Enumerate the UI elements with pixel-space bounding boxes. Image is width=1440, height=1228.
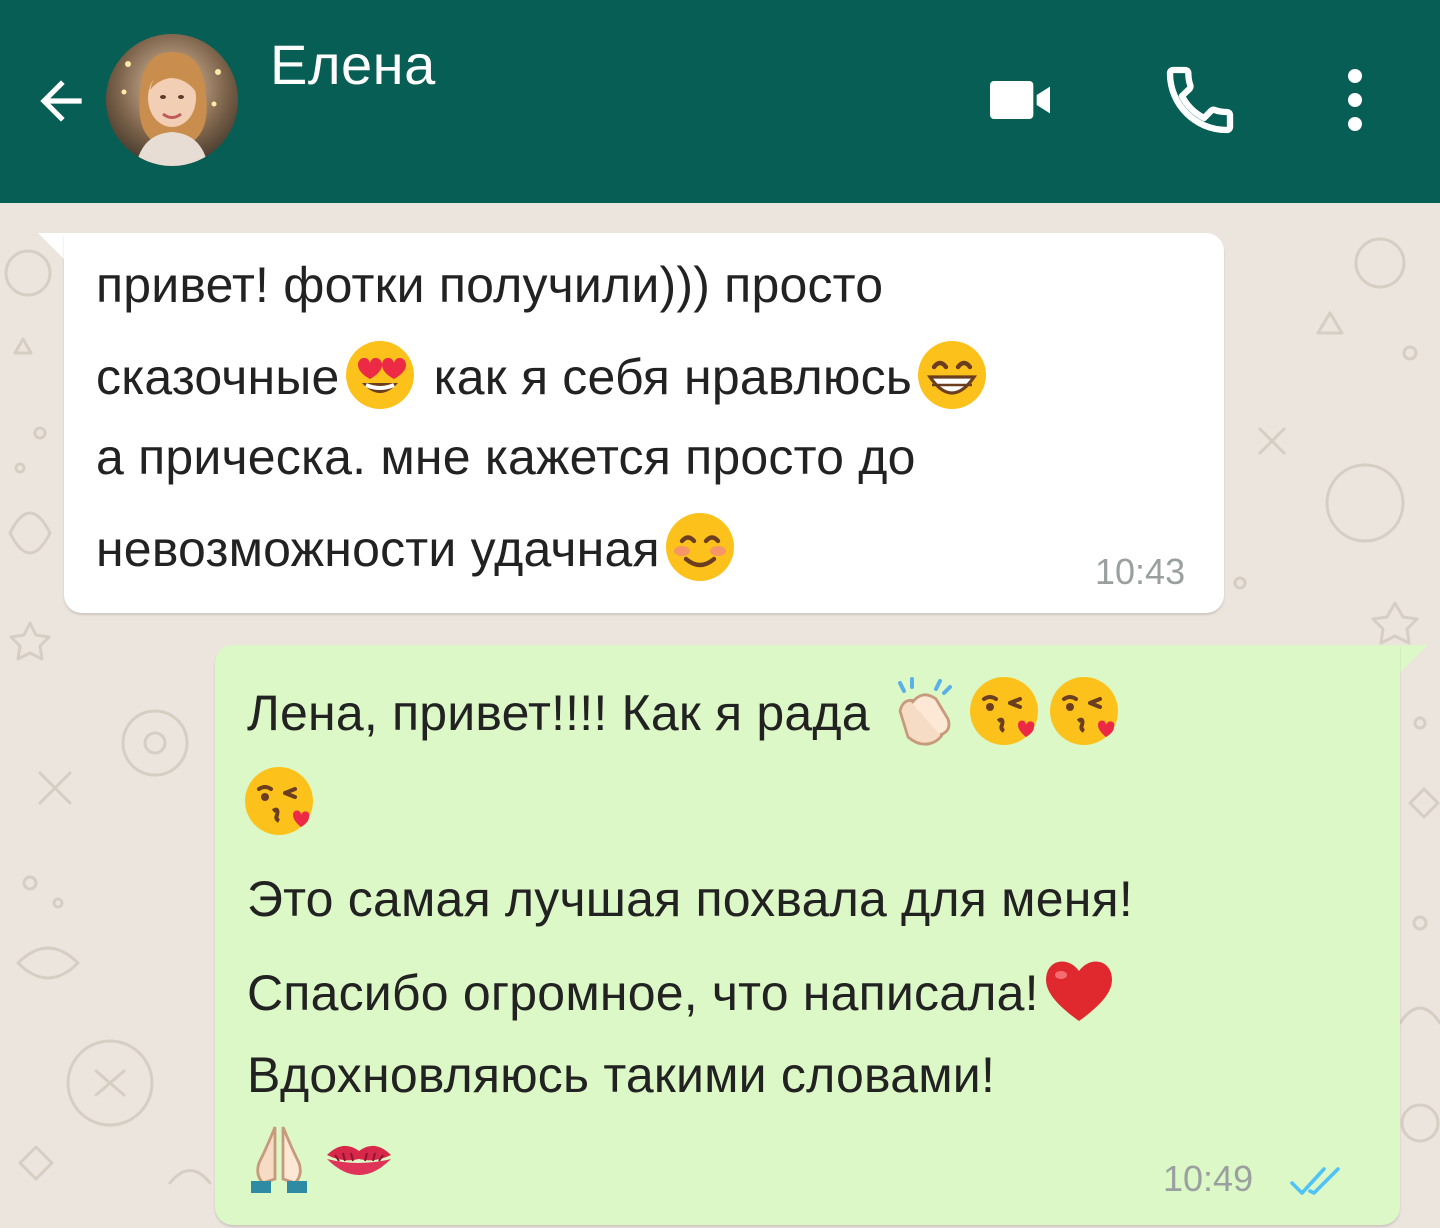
clapping-hands-emoji [884,671,964,751]
video-camera-icon [990,81,1050,119]
folded-hands-emoji [239,1119,319,1199]
message-text-line [239,767,319,847]
message-text-line: а прическа. мне кажется просто до [96,429,916,485]
video-call-button[interactable] [970,60,1070,140]
message-text-line: Спасибо огромное, что написала! [247,957,1119,1037]
avatar-photo [106,34,238,166]
message-text-fragment: Лена, привет!!!! Как я рада [247,685,884,742]
message-text-line: Это самая лучшая похвала для меня! [247,871,1133,927]
back-button[interactable] [28,68,94,134]
contact-name[interactable]: Елена [270,32,436,97]
kiss-wink-emoji [1044,671,1124,751]
arrow-left-icon [40,80,82,122]
kiss-wink-emoji [239,761,319,841]
message-text-line: Лена, привет!!!! Как я рада [247,677,1124,757]
heart-eyes-emoji [340,335,420,415]
message-text-line: привет! фотки получили))) просто [96,257,884,313]
message-text-line: невозможности удачная [96,513,740,593]
red-heart-emoji [1039,951,1119,1031]
contact-avatar[interactable] [106,34,238,166]
kiss-mark-emoji [319,1119,399,1199]
kiss-wink-emoji [964,671,1044,751]
message-text-line: сказочные как я себя нравлюсь [96,341,992,421]
message-text-fragment: Спасибо огромное, что написала! [247,965,1039,1022]
grinning-emoji [912,335,992,415]
message-time: 10:43 [1095,551,1186,592]
more-options-button[interactable] [1320,60,1390,140]
message-text-fragment: невозможности удачная [96,521,660,578]
phone-icon [1166,66,1234,134]
double-check-read-icon [1290,1167,1340,1195]
message-text-fragment: как я себя нравлюсь [419,349,913,406]
smiling-blush-emoji [660,507,740,587]
outgoing-message-bubble[interactable]: Лена, привет!!!! Как я рада Это самая лу… [215,645,1400,1225]
message-text-line [239,1125,399,1205]
voice-call-button[interactable] [1150,60,1250,140]
chat-header: Елена [0,0,1440,203]
more-vertical-icon [1348,69,1362,131]
message-text-line: Вдохновляюсь такими словами! [247,1047,996,1103]
chat-area[interactable]: привет! фотки получили))) просто сказочн… [0,203,1440,1228]
message-time: 10:49 [1163,1158,1254,1199]
message-text-fragment: сказочные [96,349,340,406]
outgoing-bubble-tail [1398,645,1428,675]
incoming-message-bubble[interactable]: привет! фотки получили))) просто сказочн… [64,233,1224,613]
